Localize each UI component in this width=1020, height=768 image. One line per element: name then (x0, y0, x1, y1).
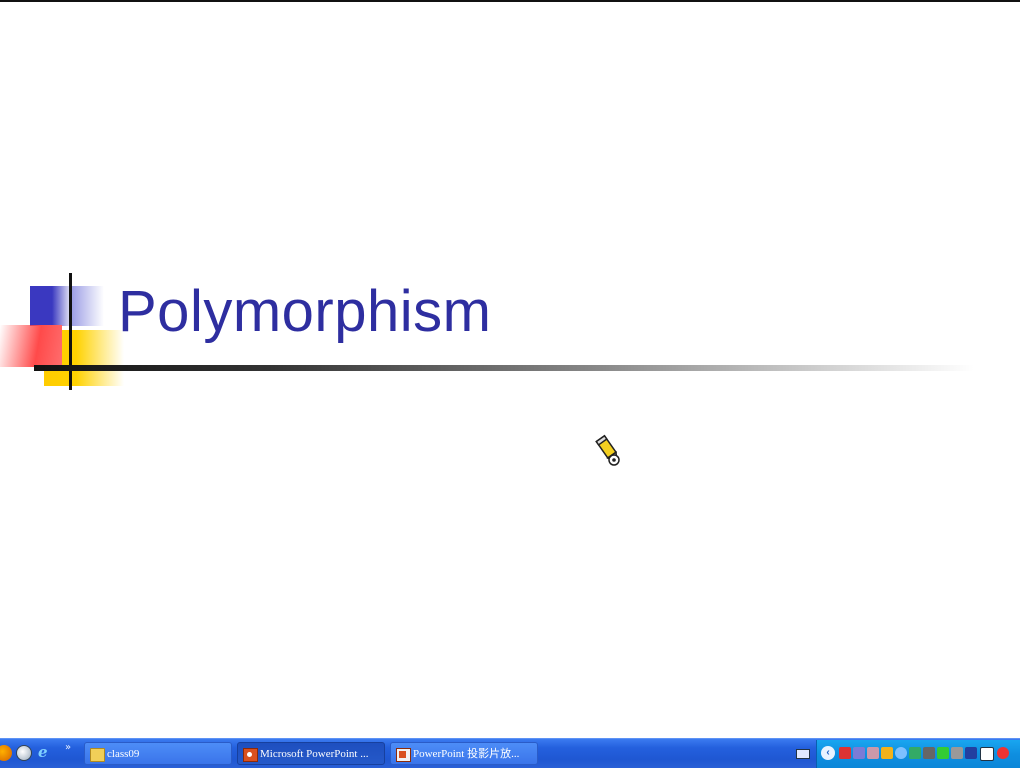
deco-vertical-line (69, 273, 72, 390)
slideshow-icon (396, 748, 411, 762)
task-label: class09 (107, 748, 140, 760)
keyboard-icon[interactable] (796, 749, 810, 759)
security-icon[interactable] (909, 747, 921, 759)
user-icon[interactable] (867, 747, 879, 759)
folder-icon (90, 748, 105, 762)
display-icon[interactable] (853, 747, 865, 759)
task-label: Microsoft PowerPoint ... (260, 748, 369, 760)
window-icon[interactable] (980, 747, 994, 761)
powerpoint-icon (243, 748, 258, 762)
deco-blue-square (30, 286, 70, 326)
media-player-icon[interactable] (16, 745, 32, 761)
title-underline (34, 365, 974, 371)
pen-pointer-icon (595, 434, 620, 466)
deco-red-square (0, 325, 62, 367)
power-icon[interactable] (881, 747, 893, 759)
taskbar-button-powerpoint[interactable]: Microsoft PowerPoint ... (237, 742, 385, 765)
deco-blue-fade (72, 286, 104, 326)
taskbar-button-slideshow[interactable]: PowerPoint 投影片放... (390, 742, 538, 765)
tray-expand-button[interactable]: ‹ (821, 746, 835, 760)
monitor-icon[interactable] (951, 747, 963, 759)
screen-top-border (0, 0, 1020, 2)
quick-launch-overflow-button[interactable]: » (65, 742, 71, 753)
network-icon[interactable] (839, 747, 851, 759)
printer-icon[interactable] (923, 747, 935, 759)
task-label: PowerPoint 投影片放... (413, 748, 520, 760)
blue-app-icon[interactable] (965, 747, 977, 759)
internet-explorer-icon[interactable]: e (38, 743, 56, 761)
firefox-icon[interactable] (0, 745, 12, 761)
help-icon[interactable] (895, 747, 907, 759)
slide-title: Polymorphism (118, 279, 492, 344)
wireless-icon[interactable] (997, 747, 1009, 759)
taskbar: e » class09 Microsoft PowerPoint ... Pow… (0, 738, 1020, 768)
taskbar-button-class09[interactable]: class09 (84, 742, 232, 765)
system-tray: ‹ (816, 740, 1020, 768)
green-app-icon[interactable] (937, 747, 949, 759)
